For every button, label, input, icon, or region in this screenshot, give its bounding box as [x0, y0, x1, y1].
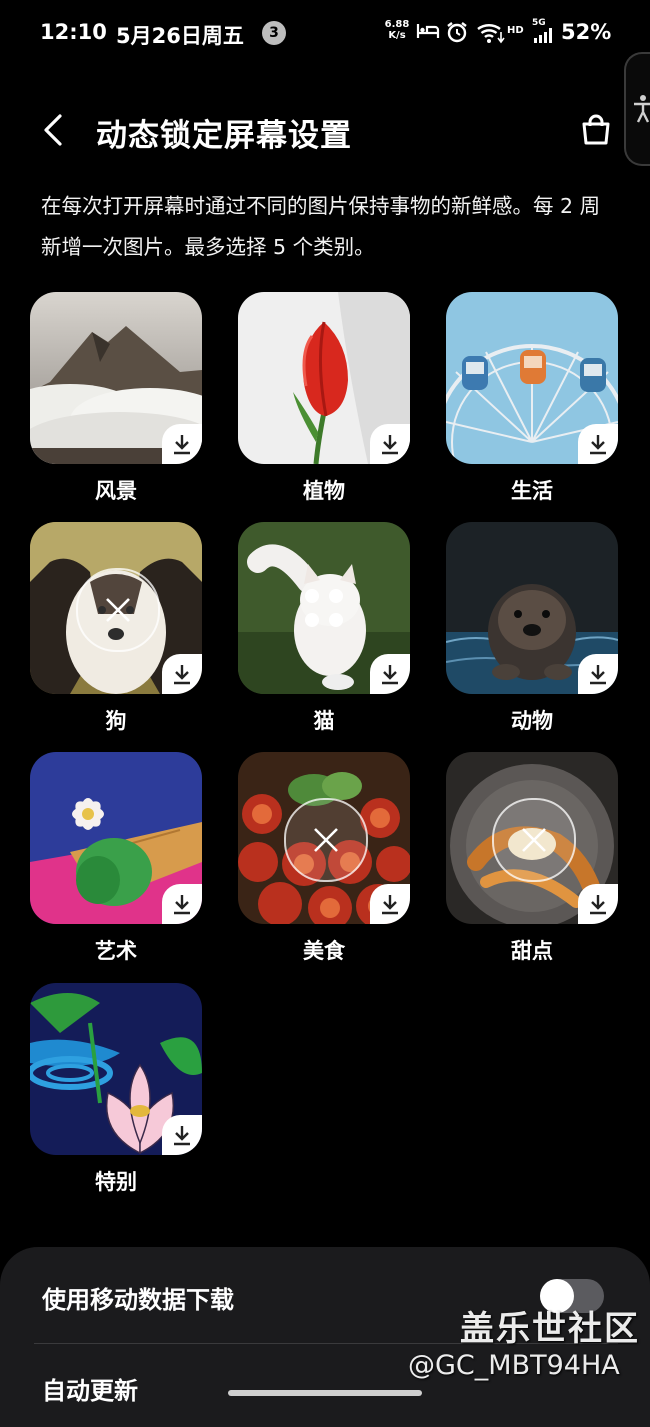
category-thumbnail — [30, 522, 202, 694]
download-button[interactable] — [578, 424, 618, 464]
download-button[interactable] — [370, 424, 410, 464]
page-description: 在每次打开屏幕时通过不同的图片保持事物的新鲜感。每 2 周新增一次图片。最多选择… — [41, 194, 601, 259]
download-button[interactable] — [578, 654, 618, 694]
deselect-x-icon — [522, 828, 546, 852]
deselect-x-icon — [314, 828, 338, 852]
back-arrow-icon — [44, 114, 62, 146]
download-icon — [174, 435, 190, 455]
back-button[interactable] — [34, 110, 74, 150]
category-label: 狗 — [105, 709, 127, 733]
download-icon — [590, 435, 606, 455]
download-button[interactable] — [578, 884, 618, 924]
category-tile-life[interactable]: 生活 — [446, 292, 618, 503]
watermark-brand: 盖乐世社区 — [460, 1309, 640, 1349]
deselect-button[interactable] — [284, 798, 368, 882]
category-thumbnail — [238, 522, 410, 694]
deselect-button[interactable] — [76, 568, 160, 652]
category-tile-landscape[interactable]: 风景 — [30, 292, 202, 503]
category-tile-dessert[interactable]: 甜点 — [446, 752, 618, 963]
download-button[interactable] — [162, 1115, 202, 1155]
download-icon — [590, 895, 606, 915]
category-tile-food[interactable]: 美食 — [238, 752, 410, 963]
category-tile-art[interactable]: 艺术 — [30, 752, 202, 963]
deselect-x-icon — [106, 598, 130, 622]
download-icon — [590, 665, 606, 685]
wifi-icon — [476, 20, 506, 48]
mobile-data-download-label: 使用移动数据下载 — [42, 1286, 234, 1314]
category-thumbnail — [30, 752, 202, 924]
shopping-bag-icon — [582, 114, 610, 145]
category-tile-dogs[interactable]: 狗 — [30, 522, 202, 733]
download-icon — [174, 1126, 190, 1146]
network-speed-value: 6.88 — [384, 19, 410, 30]
category-thumbnail — [30, 292, 202, 464]
category-label: 生活 — [511, 479, 553, 503]
category-label: 猫 — [313, 709, 335, 733]
download-icon — [382, 435, 398, 455]
category-tile-animals[interactable]: 动物 — [446, 522, 618, 733]
alarm-icon — [445, 20, 469, 48]
deselect-button[interactable] — [492, 798, 576, 882]
home-gesture-bar[interactable] — [228, 1390, 422, 1396]
auto-update-row[interactable]: 自动更新 — [42, 1371, 138, 1406]
download-button[interactable] — [370, 884, 410, 924]
network-speed: 6.88 K/s — [384, 19, 410, 41]
status-date: 5月26日周五 — [116, 24, 244, 48]
category-tile-cats[interactable]: 猫 — [238, 522, 410, 733]
category-label: 风景 — [95, 479, 137, 503]
download-icon — [382, 895, 398, 915]
category-label: 甜点 — [511, 939, 553, 963]
category-label: 植物 — [303, 479, 345, 503]
download-icon — [174, 895, 190, 915]
category-tile-special[interactable]: 特别 — [30, 983, 202, 1194]
status-bar: 12:10 5月26日周五 3 6.88 K/s HD 5G 52% — [0, 0, 650, 66]
category-label: 美食 — [303, 939, 345, 963]
network-speed-unit: K/s — [388, 30, 406, 41]
loading-dots-icon — [300, 584, 348, 632]
app-header: 动态锁定屏幕设置 — [0, 100, 650, 160]
shopping-bag-button[interactable] — [578, 112, 614, 148]
hd-indicator: HD — [507, 25, 524, 36]
category-thumbnail — [30, 983, 202, 1155]
notification-count-badge: 3 — [262, 21, 286, 45]
download-button[interactable] — [162, 654, 202, 694]
category-thumbnail — [446, 292, 618, 464]
category-label: 特别 — [95, 1170, 137, 1194]
download-button[interactable] — [162, 884, 202, 924]
category-tile-plants[interactable]: 植物 — [238, 292, 410, 503]
download-icon — [382, 665, 398, 685]
bed-icon — [416, 20, 440, 46]
category-thumbnail — [446, 522, 618, 694]
download-icon — [174, 665, 190, 685]
category-label: 动物 — [511, 709, 553, 733]
category-label: 艺术 — [95, 939, 137, 963]
page-title: 动态锁定屏幕设置 — [96, 118, 352, 154]
status-time: 12:10 — [40, 20, 107, 44]
download-button[interactable] — [370, 654, 410, 694]
category-thumbnail — [238, 292, 410, 464]
download-button[interactable] — [162, 424, 202, 464]
battery-level: 52% — [561, 20, 612, 44]
category-thumbnail — [238, 752, 410, 924]
signal-icon — [534, 27, 556, 47]
watermark-user: @GC_MBT94HA — [408, 1350, 620, 1381]
category-thumbnail — [446, 752, 618, 924]
